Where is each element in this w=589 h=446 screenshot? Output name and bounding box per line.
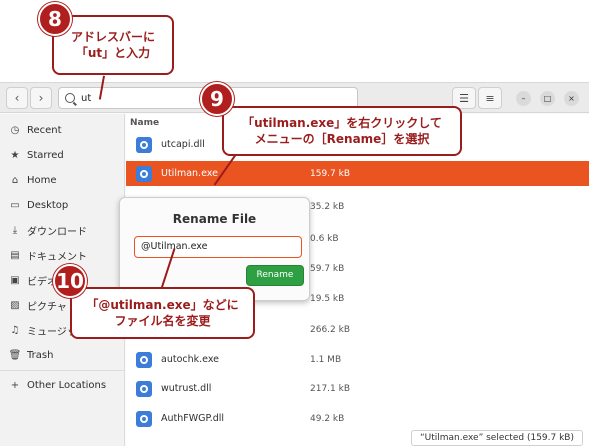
executable-file-icon [136,380,152,397]
file-size: 266.2 kB [310,324,351,335]
list-item-selected[interactable]: Utilman.exe 159.7 kB [126,161,589,186]
callout-10-line2: ファイル名を変更 [114,314,211,328]
menu-button[interactable]: ≡ [478,87,502,109]
picture-icon: ▨ [10,299,20,311]
step-9-badge: 9 [200,82,234,116]
file-size: 19.5 kB [310,293,345,304]
home-icon: ⌂ [11,174,19,186]
executable-file-icon [136,165,152,182]
file-name: autochk.exe [161,354,219,365]
sidebar-item-label: Home [27,174,57,186]
callout-9-line2: メニューの［Rename］を選択 [254,132,430,146]
executable-file-icon [136,136,152,153]
sidebar-item-documents[interactable]: ▤ ドキュメント [8,247,87,263]
sidebar-item-starred[interactable]: ★ Starred [8,147,64,163]
rename-popover: Rename File @Utilman.exe Rename [119,197,310,301]
close-icon: × [568,94,575,103]
sidebar-item-label: Other Locations [27,379,107,391]
minimize-button[interactable]: – [516,91,531,106]
list-item[interactable]: autochk.exe 1.1 MB [126,347,589,372]
rename-button[interactable]: Rename [246,265,304,286]
file-size: 1.1 MB [310,354,342,365]
sidebar-item-desktop[interactable]: ▭ Desktop [8,197,68,213]
sidebar-item-videos[interactable]: ▣ ビデオ [8,272,57,288]
file-name: utcapi.dll [161,139,205,150]
file-name: AuthFWGP.dll [161,413,225,424]
callout-8-line1: アドレスバーに [70,30,155,44]
star-icon: ★ [10,149,20,161]
file-size: 0.6 kB [310,233,339,244]
file-size: 159.7 kB [310,168,351,179]
sidebar-item-pictures[interactable]: ▨ ピクチャ [8,297,67,313]
sidebar-item-label: ダウンロード [27,226,87,238]
music-icon: ♫ [10,324,20,336]
file-size: 217.1 kB [310,383,351,394]
sidebar-item-label: Starred [27,149,64,161]
step-8-badge: 8 [38,2,72,36]
list-view-icon: ☰ [459,91,469,105]
file-size: 59.7 kB [310,263,345,274]
sidebar-item-trash[interactable]: 🗑 Trash [8,347,54,363]
popover-title: Rename File [172,212,257,226]
sidebar-item-label: Recent [27,124,62,136]
sidebar-item-recent[interactable]: ◷ Recent [8,122,62,138]
sidebar-item-label: Trash [27,349,54,361]
step-10-badge: 10 [53,264,87,298]
download-icon: ⤓ [12,224,18,236]
plus-icon: + [10,379,20,391]
callout-10-line1: 「@utilman.exe」などに [86,298,239,312]
file-name: Utilman.exe [161,168,218,179]
sidebar-item-downloads[interactable]: ⤓ ダウンロード [8,222,87,238]
sidebar-divider [0,370,125,371]
callout-10: 「@utilman.exe」などに ファイル名を変更 [70,287,255,339]
forward-button[interactable]: › [30,87,52,109]
callout-8-line2: 「ut」と入力 [75,46,151,60]
executable-file-icon [136,351,152,368]
close-button[interactable]: × [564,91,579,106]
address-value: ut [81,92,92,104]
callout-9: 「utilman.exe」を右クリックして メニューの［Rename］を選択 [222,106,462,156]
minimize-icon: – [521,94,526,103]
desktop-icon: ▭ [10,199,20,211]
maximize-icon: □ [543,94,552,103]
chevron-right-icon: › [38,91,44,105]
sidebar-item-other-locations[interactable]: + Other Locations [8,377,106,393]
chevron-left-icon: ‹ [14,91,20,105]
clock-icon: ◷ [10,124,20,136]
rename-input[interactable]: @Utilman.exe [134,236,302,258]
executable-file-icon [136,410,152,427]
search-icon [65,93,75,103]
file-name: wutrust.dll [161,383,212,394]
video-icon: ▣ [10,274,20,286]
back-button[interactable]: ‹ [6,87,28,109]
hamburger-menu-icon: ≡ [485,91,495,105]
list-item[interactable]: AuthFWGP.dll 49.2 kB [126,406,589,431]
trash-icon: 🗑 [8,349,22,361]
file-size: 35.2 kB [310,201,345,212]
sidebar-item-label: Desktop [27,199,69,211]
list-item[interactable]: wutrust.dll 217.1 kB [126,376,589,401]
file-size: 49.2 kB [310,413,345,424]
callout-9-line1: 「utilman.exe」を右クリックして [242,116,442,130]
document-icon: ▤ [10,249,20,261]
sidebar-item-home[interactable]: ⌂ Home [8,172,57,188]
status-bar: “Utilman.exe” selected (159.7 kB) [410,430,583,446]
sidebar-item-label: ドキュメント [27,251,87,263]
sidebar-item-label: ピクチャ [27,301,67,313]
maximize-button[interactable]: □ [540,91,555,106]
